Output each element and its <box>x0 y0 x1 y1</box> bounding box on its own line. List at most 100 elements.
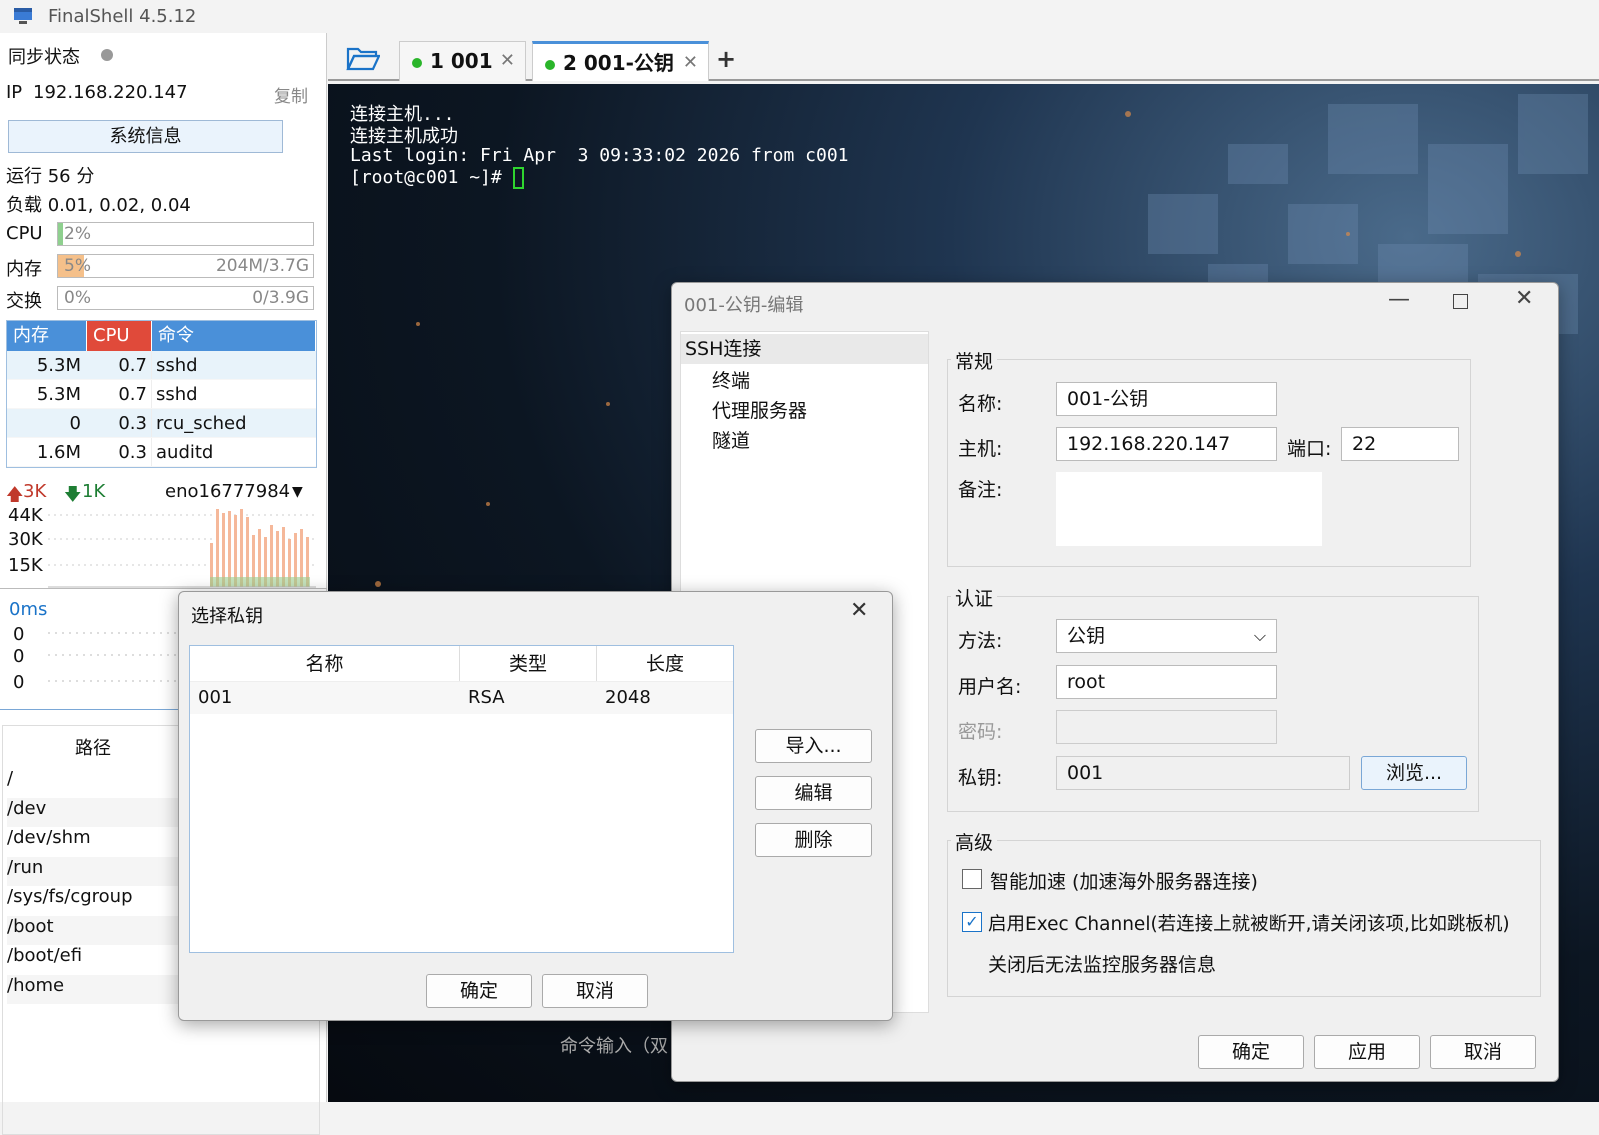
memory-detail: 204M/3.7G <box>215 256 309 276</box>
latency-axis-2: 0 <box>13 646 25 667</box>
col-cpu[interactable]: CPU <box>87 321 152 351</box>
cpu-value: 2% <box>64 224 91 244</box>
table-row[interactable]: 1.6M 0.3 auditd <box>7 438 316 467</box>
tab-label: 2 001-公钥 <box>563 51 674 75</box>
col-name[interactable]: 名称 <box>190 646 460 681</box>
note-textarea[interactable] <box>1056 472 1322 546</box>
system-info-button[interactable]: 系统信息 <box>8 120 283 153</box>
latency-axis-1: 0 <box>13 624 25 645</box>
smart-accel-checkbox[interactable] <box>962 869 982 889</box>
process-command: sshd <box>156 384 198 405</box>
swap-meter: 0% 0/3.9G <box>57 286 314 310</box>
minimize-icon[interactable]: — <box>1388 287 1410 312</box>
col-path[interactable]: 路径 <box>75 734 111 760</box>
net-axis-3: 15K <box>8 555 43 576</box>
latency-value: 0ms <box>9 599 48 620</box>
memory-meter: 5% 204M/3.7G <box>57 254 314 278</box>
close-icon[interactable]: ✕ <box>1515 286 1533 311</box>
username-input[interactable]: root <box>1056 665 1277 699</box>
table-row[interactable]: 5.3M 0.7 sshd <box>7 351 316 380</box>
ok-button[interactable]: 确定 <box>426 974 532 1008</box>
key-length: 2048 <box>605 687 651 708</box>
process-cpu: 0.3 <box>87 409 152 437</box>
process-cpu: 0.7 <box>87 351 152 379</box>
apply-button[interactable]: 应用 <box>1314 1035 1420 1069</box>
tree-item-terminal[interactable]: 终端 <box>712 366 750 393</box>
col-command[interactable]: 命令 <box>152 321 316 351</box>
method-label: 方法: <box>958 630 1003 652</box>
app-title: FinalShell 4.5.12 <box>48 6 197 27</box>
port-input[interactable]: 22 <box>1341 427 1459 461</box>
close-icon[interactable]: ✕ <box>850 598 868 623</box>
cpu-meter-fill <box>58 223 64 245</box>
process-command: rcu_sched <box>156 413 247 434</box>
select-key-dialog: 选择私钥 ✕ 名称 类型 长度 001 RSA 2048 导入... 编辑 删除… <box>178 591 893 1021</box>
table-row[interactable]: 0 0.3 rcu_sched <box>7 409 316 438</box>
add-tab-icon[interactable]: + <box>716 45 736 73</box>
network-interface-select[interactable]: eno16777984 <box>165 481 290 502</box>
browse-button[interactable]: 浏览... <box>1361 756 1467 790</box>
folder-open-icon[interactable] <box>346 45 380 73</box>
general-group-title: 常规 <box>951 347 998 374</box>
cpu-label: CPU <box>6 223 43 244</box>
process-command: sshd <box>156 355 198 376</box>
maximize-icon[interactable] <box>1453 294 1468 309</box>
edit-button[interactable]: 编辑 <box>755 776 872 810</box>
close-icon[interactable]: ✕ <box>500 42 515 80</box>
exec-channel-label: 启用Exec Channel(若连接上就被断开,请关闭该项,比如跳板机) <box>988 914 1510 935</box>
cancel-button[interactable]: 取消 <box>542 974 648 1008</box>
close-icon[interactable]: ✕ <box>683 44 698 82</box>
copy-ip-button[interactable]: 复制 <box>274 82 308 107</box>
tab-label: 1 001 <box>430 49 493 73</box>
terminal-cursor <box>512 167 524 189</box>
private-key-input[interactable]: 001 <box>1056 756 1350 790</box>
memory-value: 5% <box>64 256 91 276</box>
process-memory: 5.3M <box>36 384 81 405</box>
delete-button[interactable]: 删除 <box>755 823 872 857</box>
password-input <box>1056 710 1277 744</box>
exec-channel-checkbox[interactable]: ✓ <box>962 912 982 932</box>
cancel-button[interactable]: 取消 <box>1430 1035 1536 1069</box>
auth-method-select[interactable]: 公钥 ⌵ <box>1056 619 1277 653</box>
net-axis-2: 30K <box>8 529 43 550</box>
tree-item-ssh[interactable]: SSH连接 <box>681 334 928 364</box>
table-row[interactable]: 5.3M 0.7 sshd <box>7 380 316 409</box>
name-input[interactable]: 001-公钥 <box>1056 382 1277 416</box>
col-length[interactable]: 长度 <box>597 646 733 681</box>
command-input-hint[interactable]: 命令输入（双 <box>560 1032 668 1058</box>
ip-label: IP <box>6 82 23 103</box>
import-button[interactable]: 导入... <box>755 729 872 763</box>
note-label: 备注: <box>958 479 1003 501</box>
ok-button[interactable]: 确定 <box>1198 1035 1304 1069</box>
dialog-title: 001-公钥-编辑 <box>684 295 804 316</box>
tree-item-tunnel[interactable]: 隧道 <box>712 426 750 453</box>
chevron-down-icon[interactable]: ▼ <box>292 484 303 500</box>
tab-session-2[interactable]: 2 001-公钥 ✕ <box>532 41 709 81</box>
process-memory: 1.6M <box>36 442 81 463</box>
host-input[interactable]: 192.168.220.147 <box>1056 427 1277 461</box>
title-bar: FinalShell 4.5.12 <box>0 0 1599 33</box>
tab-session-1[interactable]: 1 001 ✕ <box>399 41 526 81</box>
terminal-prompt: [root@c001 ~]# <box>350 167 513 188</box>
col-memory[interactable]: 内存 <box>7 321 87 351</box>
divider <box>0 588 327 589</box>
key-table[interactable]: 名称 类型 长度 001 RSA 2048 <box>189 645 734 953</box>
swap-value: 0% <box>64 288 91 308</box>
process-table[interactable]: 内存 CPU 命令 5.3M 0.7 sshd 5.3M 0.7 sshd 0 0.3 rcu_… <box>6 320 317 468</box>
latency-axis-3: 0 <box>13 672 25 693</box>
advanced-group-title: 高级 <box>951 828 998 855</box>
cpu-meter: 2% <box>57 222 314 246</box>
memory-label: 内存 <box>6 259 42 280</box>
connected-dot-icon <box>545 59 555 70</box>
key-table-header: 名称 类型 长度 <box>190 646 733 682</box>
network-traffic-chart <box>48 509 316 588</box>
uptime: 运行 56 分 <box>6 166 95 187</box>
terminal-line: Last login: Fri Apr 3 09:33:02 2026 from… <box>350 145 849 166</box>
col-type[interactable]: 类型 <box>460 646 597 681</box>
connected-dot-icon <box>412 57 422 68</box>
download-rate: 1K <box>82 481 106 502</box>
table-row[interactable]: 001 RSA 2048 <box>190 682 733 714</box>
process-command: auditd <box>156 442 214 463</box>
key-type: RSA <box>468 687 505 708</box>
tree-item-proxy[interactable]: 代理服务器 <box>712 396 807 423</box>
